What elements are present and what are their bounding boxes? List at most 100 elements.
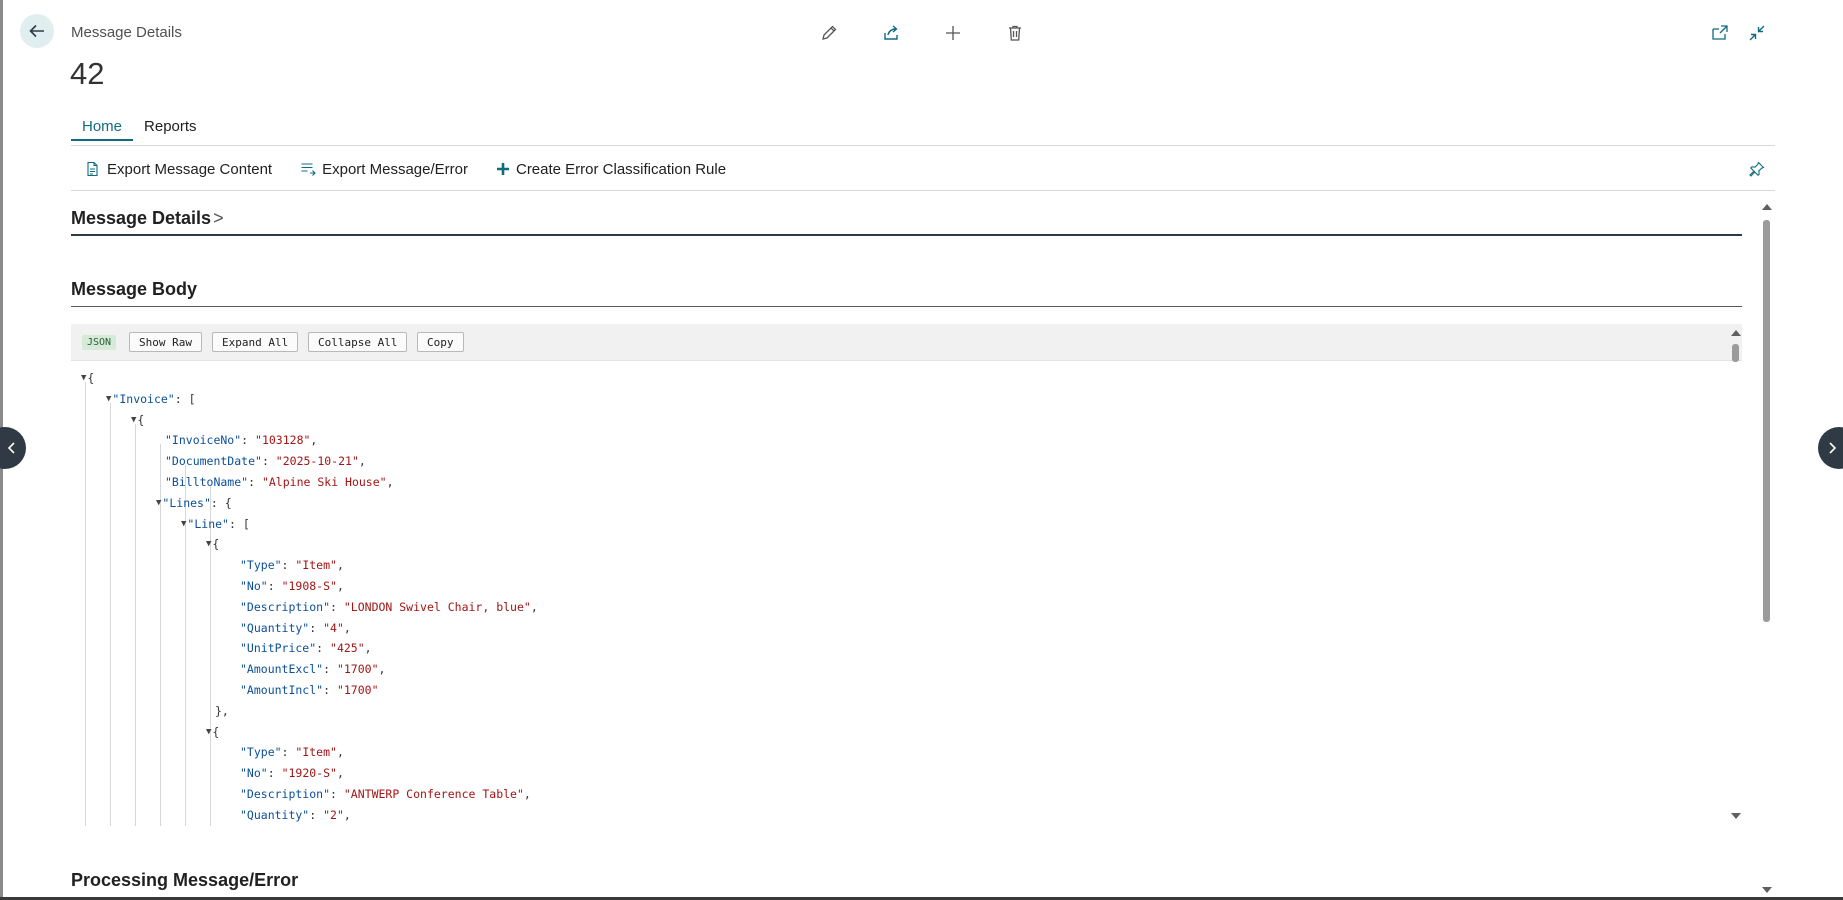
json-punct: , — [386, 475, 394, 489]
tab-bar: Home Reports — [71, 118, 208, 141]
json-punct: : — [281, 558, 296, 573]
expand-toggle-icon[interactable]: ▼ — [181, 519, 186, 529]
pin-icon — [1749, 161, 1765, 177]
open-in-new-window-button[interactable] — [1707, 20, 1733, 46]
expand-toggle-icon[interactable]: ▼ — [156, 498, 161, 508]
section-title: Message Details — [71, 208, 212, 228]
scrollbar-thumb[interactable] — [1732, 344, 1739, 362]
json-line: "Description": "LONDON Swivel Chair, blu… — [240, 597, 538, 617]
collapse-button[interactable] — [1744, 20, 1770, 46]
json-punct: , — [530, 599, 538, 614]
json-line: }, — [215, 701, 229, 721]
scroll-down-arrow-icon[interactable] — [1762, 887, 1772, 893]
json-line: "UnitPrice": "425", — [240, 638, 372, 658]
create-error-classification-rule-button[interactable]: Create Error Classification Rule — [496, 161, 726, 178]
json-punct: , — [343, 807, 351, 822]
previous-record-button[interactable] — [0, 427, 26, 469]
scroll-up-arrow-icon[interactable] — [1762, 204, 1772, 210]
chevron-right-icon — [1829, 442, 1837, 454]
json-key: "UnitPrice" — [240, 641, 317, 656]
scroll-down-arrow-icon[interactable] — [1731, 813, 1741, 819]
json-line: "Type": "Item", — [240, 555, 344, 575]
pencil-icon — [822, 25, 837, 40]
json-value: "103128" — [255, 433, 311, 448]
json-key: "AmountIncl" — [240, 683, 324, 697]
json-value: "Alpine Ski House" — [261, 475, 387, 489]
json-punct: : — [330, 599, 344, 614]
json-key: "Description" — [240, 599, 331, 614]
delete-button[interactable] — [1002, 20, 1028, 46]
indent-guide — [135, 423, 136, 826]
json-line: ▼"Lines": { — [156, 493, 232, 513]
json-key: "No" — [240, 766, 268, 781]
actionbar-divider — [71, 190, 1775, 191]
collapse-all-button[interactable]: Collapse All — [308, 332, 408, 352]
json-value: "425" — [330, 641, 365, 656]
json-key: "Description" — [240, 787, 331, 801]
page-title: 42 — [70, 56, 105, 91]
json-punct: , — [336, 745, 344, 760]
new-button[interactable] — [940, 20, 966, 46]
copy-button[interactable]: Copy — [417, 332, 464, 352]
expand-all-button[interactable]: Expand All — [212, 332, 299, 352]
json-key: "Invoice" — [112, 391, 175, 406]
json-line: "AmountIncl": "1700" — [240, 680, 379, 700]
json-line: ▼{ — [206, 722, 219, 742]
json-punct: { — [137, 412, 145, 427]
share-button[interactable] — [878, 20, 904, 46]
next-record-button[interactable] — [1818, 427, 1843, 469]
section-divider — [71, 234, 1742, 236]
json-line: "Quantity": "2", — [240, 805, 351, 825]
json-punct: }, — [215, 703, 229, 718]
json-value: "1908-S" — [281, 579, 337, 593]
edit-button[interactable] — [816, 20, 842, 46]
export-message-error-button[interactable]: Export Message/Error — [300, 161, 468, 178]
json-punct: : [ — [174, 391, 196, 406]
section-divider — [71, 306, 1742, 307]
json-value: "2025-10-21" — [275, 454, 359, 469]
format-badge: JSON — [82, 335, 117, 350]
tab-home[interactable]: Home — [71, 118, 134, 141]
trash-icon — [1009, 25, 1021, 41]
json-punct: : — [267, 766, 282, 781]
json-punct: , — [336, 766, 344, 781]
page-scrollbar[interactable] — [1760, 202, 1774, 896]
tab-reports[interactable]: Reports — [133, 118, 208, 141]
pin-action-bar-button[interactable] — [1746, 158, 1768, 180]
plus-icon — [946, 26, 960, 40]
json-key: "Line" — [187, 516, 229, 531]
action-bar: Export Message Content Export Message/Er… — [71, 156, 740, 182]
json-tree: ▼{▼"Invoice": [▼{"InvoiceNo": "103128", "… — [71, 368, 1721, 826]
section-processing-message-error[interactable]: Processing Message/Error — [71, 870, 298, 891]
json-viewer-scrollbar[interactable] — [1729, 324, 1743, 826]
json-line: "DocumentDate": "2025-10-21", — [165, 451, 366, 471]
json-value: "Item" — [295, 745, 337, 760]
json-value: "1700" — [336, 683, 379, 697]
json-key: "Type" — [240, 745, 282, 760]
json-line: "No": "1908-S", — [240, 576, 344, 596]
json-line: ▼"Line": [ — [181, 514, 250, 534]
json-punct: , — [310, 433, 318, 448]
export-message-content-button[interactable]: Export Message Content — [85, 161, 272, 178]
export-list-icon — [301, 163, 316, 176]
json-punct: : — [309, 620, 324, 635]
expand-toggle-icon[interactable]: ▼ — [106, 394, 111, 404]
share-icon — [884, 25, 898, 40]
expand-toggle-icon[interactable]: ▼ — [206, 727, 211, 737]
json-line: "No": "1920-S", — [240, 763, 344, 783]
action-label: Export Message Content — [107, 160, 273, 178]
json-line: ▼"Invoice": [ — [106, 389, 196, 409]
scroll-up-arrow-icon[interactable] — [1731, 330, 1741, 336]
expand-toggle-icon[interactable]: ▼ — [81, 373, 86, 383]
json-key: "Quantity" — [240, 620, 310, 635]
tabs-divider — [71, 145, 1775, 146]
json-line: "Type": "Item", — [240, 742, 344, 762]
expand-toggle-icon[interactable]: ▼ — [206, 539, 211, 549]
scrollbar-thumb[interactable] — [1763, 220, 1770, 622]
section-message-body[interactable]: Message Body — [71, 279, 197, 300]
expand-toggle-icon[interactable]: ▼ — [131, 415, 136, 425]
show-raw-button[interactable]: Show Raw — [129, 332, 202, 352]
section-message-details[interactable]: Message Details > — [71, 208, 224, 229]
back-button[interactable] — [20, 14, 54, 48]
json-line: ▼{ — [81, 368, 94, 388]
